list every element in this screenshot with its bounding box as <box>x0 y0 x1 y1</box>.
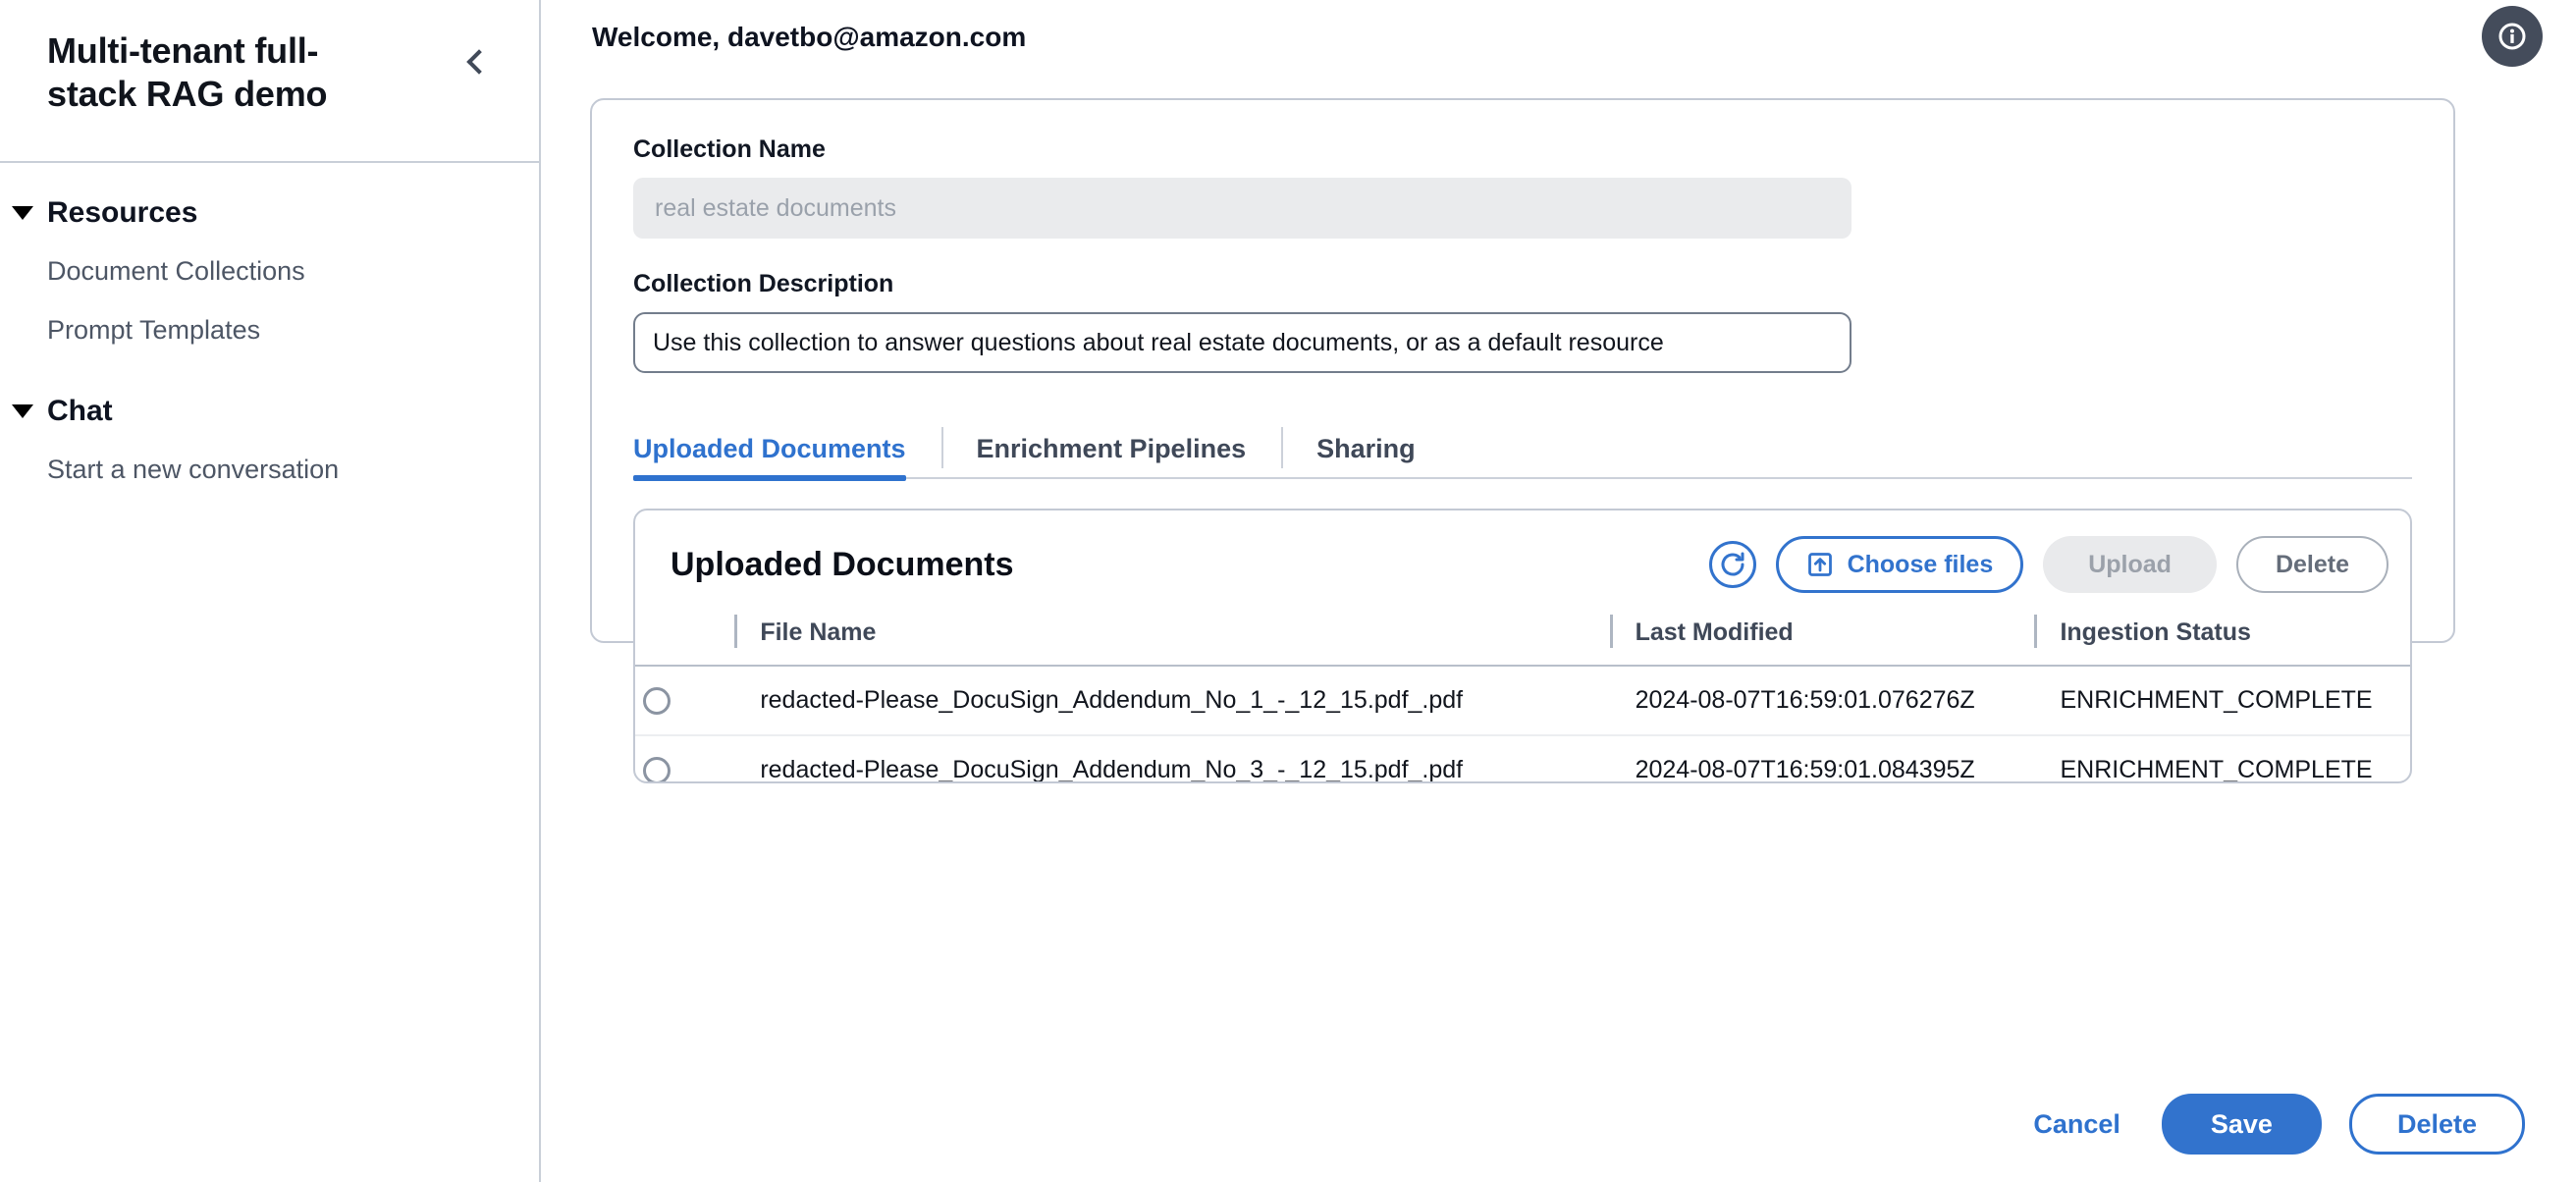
uploaded-documents-panel-header: Uploaded Documents Choose files Upload D… <box>635 536 2410 593</box>
sidebar-group-label-resources: Resources <box>47 196 198 229</box>
footer-actions: Cancel Save Delete <box>2019 1094 2525 1155</box>
delete-collection-button[interactable]: Delete <box>2348 1094 2525 1155</box>
row-last-modified: 2024-08-07T16:59:01.076276Z <box>1635 666 2061 736</box>
tab-enrichment-pipelines[interactable]: Enrichment Pipelines <box>940 418 1282 479</box>
choose-files-label: Choose files <box>1847 550 1994 578</box>
row-file-name: redacted-Please_DocuSign_Addendum_No_3_-… <box>760 735 1636 781</box>
delete-documents-label: Delete <box>2275 550 2349 578</box>
uploaded-documents-table: File Name Last Modified Ingestion Status… <box>635 613 2410 781</box>
caret-down-icon <box>12 206 33 220</box>
collection-description-label: Collection Description <box>633 270 894 297</box>
sidebar-collapse-button[interactable] <box>456 39 502 84</box>
app-root: Multi-tenant full-stack RAG demo Resourc… <box>0 0 2576 1182</box>
caret-down-icon <box>12 403 33 418</box>
info-circle-icon <box>2498 23 2526 50</box>
tab-label: Uploaded Documents <box>633 433 906 463</box>
table-header-last-modified[interactable]: Last Modified <box>1609 613 2061 667</box>
collection-description-input[interactable] <box>633 312 1852 373</box>
sidebar-item-prompt-templates[interactable]: Prompt Templates <box>0 312 539 349</box>
cancel-button[interactable]: Cancel <box>2019 1109 2134 1140</box>
tab-sharing[interactable]: Sharing <box>1281 418 1451 479</box>
choose-files-button[interactable]: Choose files <box>1775 536 2024 593</box>
row-ingestion-status: ENRICHMENT_COMPLETE <box>2060 666 2410 736</box>
row-select-cell <box>635 735 761 781</box>
sidebar-header: Multi-tenant full-stack RAG demo <box>0 0 539 163</box>
delete-documents-button[interactable]: Delete <box>2235 536 2388 593</box>
main-content: Welcome, davetbo@amazon.com Collection N… <box>541 0 2576 1182</box>
welcome-text: Welcome, davetbo@amazon.com <box>592 22 1027 52</box>
table-body: redacted-Please_DocuSign_Addendum_No_1_-… <box>635 666 2410 781</box>
sidebar-group-label-chat: Chat <box>47 394 113 427</box>
sidebar: Multi-tenant full-stack RAG demo Resourc… <box>0 0 541 1182</box>
row-select-cell <box>635 666 761 736</box>
refresh-button[interactable] <box>1708 541 1756 588</box>
table-row[interactable]: redacted-Please_DocuSign_Addendum_No_3_-… <box>635 735 2410 781</box>
app-title: Multi-tenant full-stack RAG demo <box>47 30 328 114</box>
row-file-name: redacted-Please_DocuSign_Addendum_No_1_-… <box>760 666 1636 736</box>
uploaded-documents-panel: Uploaded Documents Choose files Upload D… <box>633 509 2412 783</box>
row-last-modified: 2024-08-07T16:59:01.084395Z <box>1635 735 2061 781</box>
tab-label: Sharing <box>1316 433 1416 463</box>
save-button[interactable]: Save <box>2161 1094 2322 1155</box>
table-header-row: File Name Last Modified Ingestion Status <box>635 613 2410 667</box>
collection-name-label: Collection Name <box>633 135 826 163</box>
panel-actions: Choose files Upload Delete <box>1708 536 2388 593</box>
row-ingestion-status: ENRICHMENT_COMPLETE <box>2060 735 2410 781</box>
tab-uploaded-documents[interactable]: Uploaded Documents <box>633 418 941 481</box>
row-radio-button[interactable] <box>643 756 671 781</box>
refresh-icon <box>1721 552 1744 576</box>
chevron-left-icon <box>466 49 492 75</box>
upload-label: Upload <box>2088 550 2172 578</box>
sidebar-group-resources[interactable]: Resources <box>0 196 539 230</box>
upload-button[interactable]: Upload <box>2043 536 2217 593</box>
collection-tabs: Uploaded Documents Enrichment Pipelines … <box>633 418 2412 481</box>
panel-title: Uploaded Documents <box>671 545 1014 583</box>
sidebar-nav: Resources Document Collections Prompt Te… <box>0 163 539 488</box>
collection-editor-card: Collection Name Collection Description U… <box>590 98 2455 783</box>
table-header-ingestion-status[interactable]: Ingestion Status <box>2034 613 2410 667</box>
row-radio-button[interactable] <box>643 686 671 715</box>
sidebar-item-start-new-conversation[interactable]: Start a new conversation <box>0 452 539 489</box>
table-row[interactable]: redacted-Please_DocuSign_Addendum_No_1_-… <box>635 666 2410 736</box>
collection-name-input[interactable] <box>633 178 1852 239</box>
table-header-file-name[interactable]: File Name <box>734 613 1636 667</box>
sidebar-item-document-collections[interactable]: Document Collections <box>0 253 539 291</box>
info-button[interactable] <box>2482 6 2543 67</box>
table-header-select <box>635 613 761 667</box>
sidebar-group-chat[interactable]: Chat <box>0 395 539 428</box>
tab-label: Enrichment Pipelines <box>976 433 1247 463</box>
upload-icon <box>1807 553 1832 576</box>
